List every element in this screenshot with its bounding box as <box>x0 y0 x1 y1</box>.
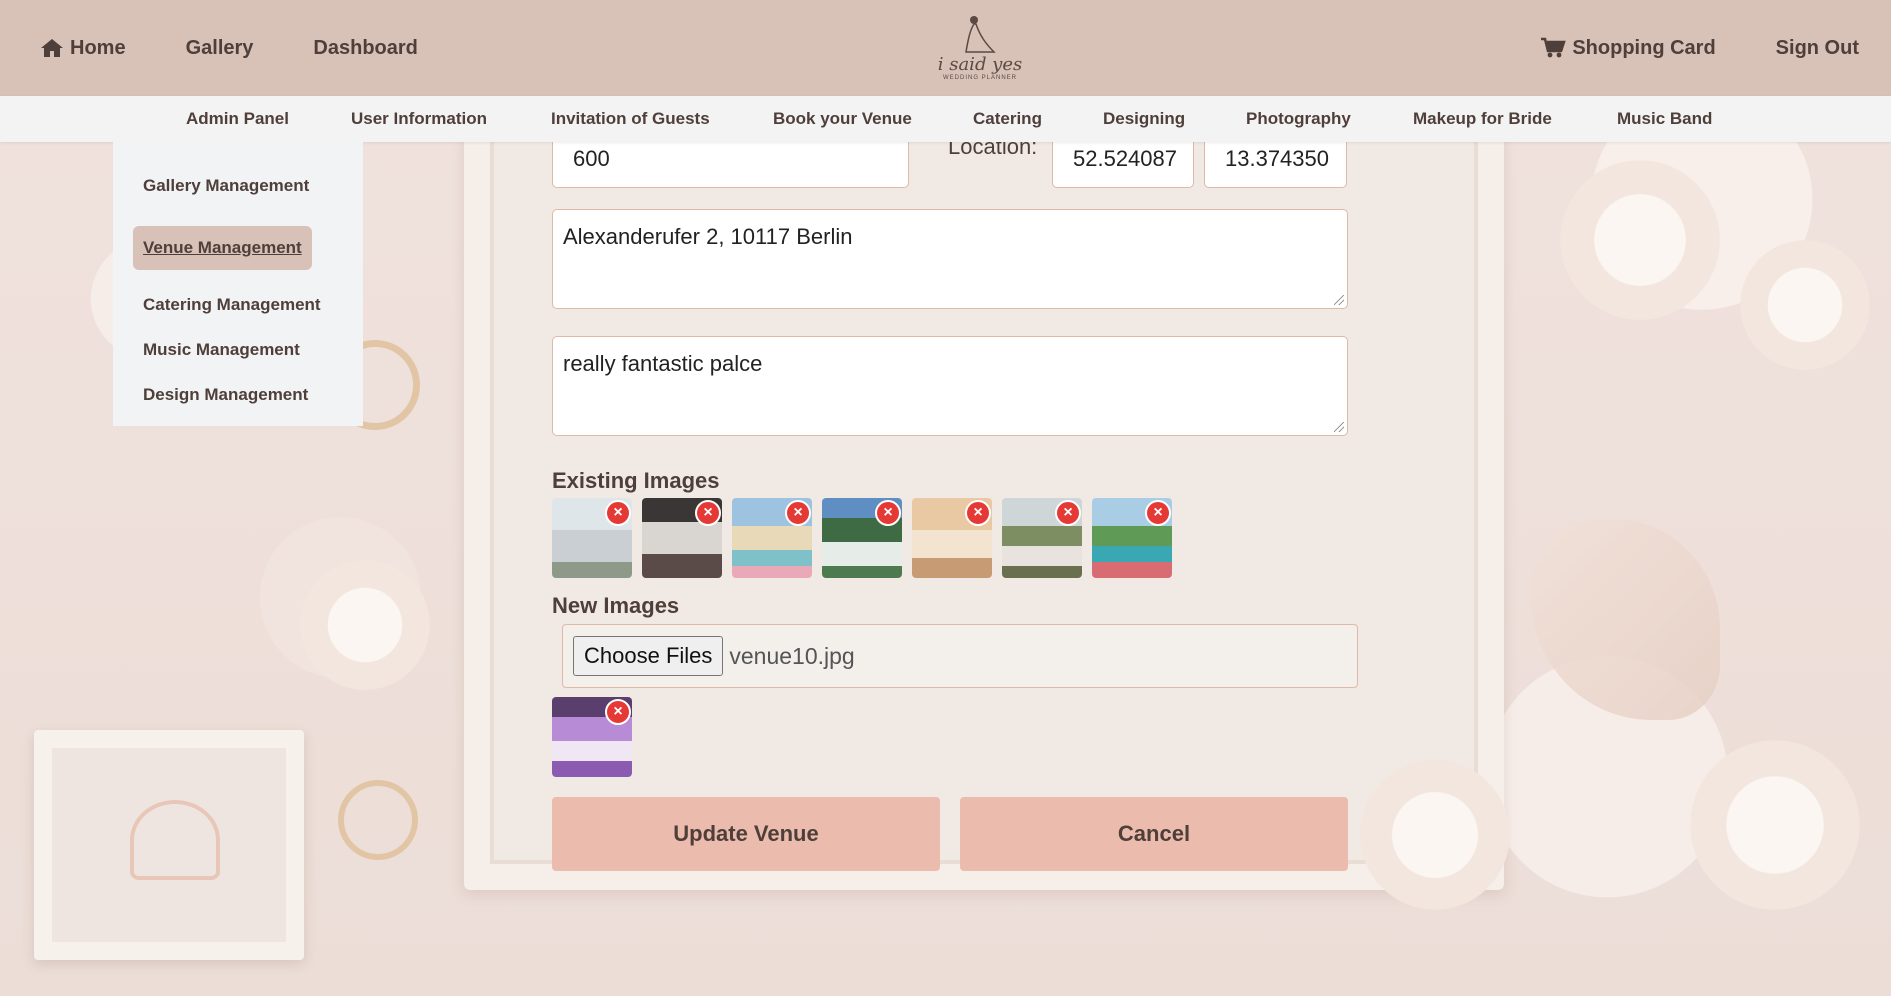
nav-left-group: Home Gallery Dashboard <box>40 0 478 96</box>
choose-files-button[interactable]: Choose Files <box>573 636 724 676</box>
nav-sign-out[interactable]: Sign Out <box>1776 37 1859 60</box>
admin-subnav: Admin Panel User Information Invitation … <box>0 96 1891 142</box>
delete-image-icon[interactable]: × <box>875 500 901 526</box>
update-venue-button[interactable]: Update Venue <box>552 797 940 871</box>
existing-image-thumb: × <box>822 498 902 578</box>
file-upload-field[interactable]: Choose Files venue10.jpg <box>562 624 1358 688</box>
new-images-heading: New Images <box>552 593 680 618</box>
delete-image-icon[interactable]: × <box>785 500 811 526</box>
resize-grip-icon[interactable] <box>1334 295 1344 305</box>
description-text: really fantastic palce <box>563 351 763 376</box>
description-textarea[interactable]: really fantastic palce <box>552 336 1348 436</box>
delete-image-icon[interactable]: × <box>695 500 721 526</box>
address-textarea[interactable]: Alexanderufer 2, 10117 Berlin <box>552 209 1348 309</box>
dropdown-design-management[interactable]: Design Management <box>143 385 308 405</box>
existing-image-thumb: × <box>1092 498 1172 578</box>
shopping-cart-icon <box>1541 37 1567 58</box>
subnav-invitation-of-guests[interactable]: Invitation of Guests <box>551 96 710 142</box>
existing-image-thumb: × <box>552 498 632 578</box>
existing-image-thumb: × <box>1002 498 1082 578</box>
brand-logo[interactable]: i said yes WEDDING PLANNER <box>930 4 1030 90</box>
subnav-admin-panel[interactable]: Admin Panel <box>186 96 289 142</box>
address-text: Alexanderufer 2, 10117 Berlin <box>563 224 853 249</box>
nav-dashboard[interactable]: Dashboard <box>313 37 417 60</box>
dropdown-catering-management[interactable]: Catering Management <box>143 295 321 315</box>
existing-images-heading: Existing Images <box>552 468 720 493</box>
chosen-file-name: venue10.jpg <box>729 642 855 669</box>
bride-silhouette-icon <box>965 15 996 53</box>
new-image-thumb: × <box>552 697 632 777</box>
delete-image-icon[interactable]: × <box>1145 500 1171 526</box>
subnav-book-your-venue[interactable]: Book your Venue <box>773 96 912 142</box>
subnav-music-band[interactable]: Music Band <box>1617 96 1712 142</box>
subnav-photography[interactable]: Photography <box>1246 96 1351 142</box>
subnav-designing[interactable]: Designing <box>1103 96 1185 142</box>
logo-script-text: i said yes <box>937 53 1023 75</box>
logo-subtitle: WEDDING PLANNER <box>942 74 1017 81</box>
home-icon <box>41 39 63 57</box>
nav-gallery[interactable]: Gallery <box>186 37 254 60</box>
subnav-catering[interactable]: Catering <box>973 96 1042 142</box>
nav-home-label: Home <box>70 36 126 59</box>
delete-image-icon[interactable]: × <box>965 500 991 526</box>
dropdown-gallery-management[interactable]: Gallery Management <box>143 176 309 196</box>
nav-cart-label: Shopping Card <box>1572 36 1716 59</box>
top-navbar: Home Gallery Dashboard i said yes WEDDIN… <box>0 0 1891 96</box>
delete-image-icon[interactable]: × <box>1055 500 1081 526</box>
existing-image-thumb: × <box>912 498 992 578</box>
cancel-button[interactable]: Cancel <box>960 797 1348 871</box>
subnav-makeup-for-bride[interactable]: Makeup for Bride <box>1413 96 1552 142</box>
subnav-user-information[interactable]: User Information <box>351 96 487 142</box>
resize-grip-icon[interactable] <box>1334 422 1344 432</box>
delete-image-icon[interactable]: × <box>605 500 631 526</box>
dropdown-venue-management[interactable]: Venue Management <box>133 226 312 270</box>
existing-image-thumb: × <box>732 498 812 578</box>
nav-home[interactable]: Home <box>40 37 126 60</box>
existing-image-thumb: × <box>642 498 722 578</box>
delete-image-icon[interactable]: × <box>605 699 631 725</box>
admin-panel-dropdown: Gallery Management Venue Management Cate… <box>113 142 363 426</box>
nav-shopping-cart[interactable]: Shopping Card <box>1540 36 1716 60</box>
nav-right-group: Shopping Card Sign Out <box>1480 0 1859 96</box>
dropdown-music-management[interactable]: Music Management <box>143 340 300 360</box>
